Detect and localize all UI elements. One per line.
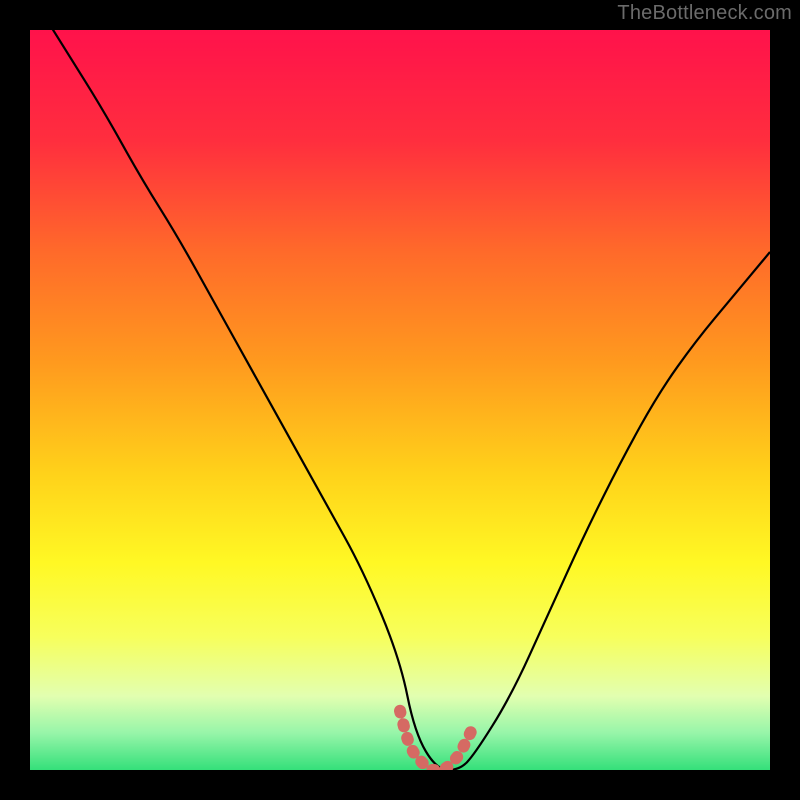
- watermark-text: TheBottleneck.com: [617, 2, 792, 25]
- chart-frame: TheBottleneck.com: [0, 0, 800, 800]
- gradient-background: [30, 30, 770, 770]
- bottleneck-chart: [0, 0, 800, 800]
